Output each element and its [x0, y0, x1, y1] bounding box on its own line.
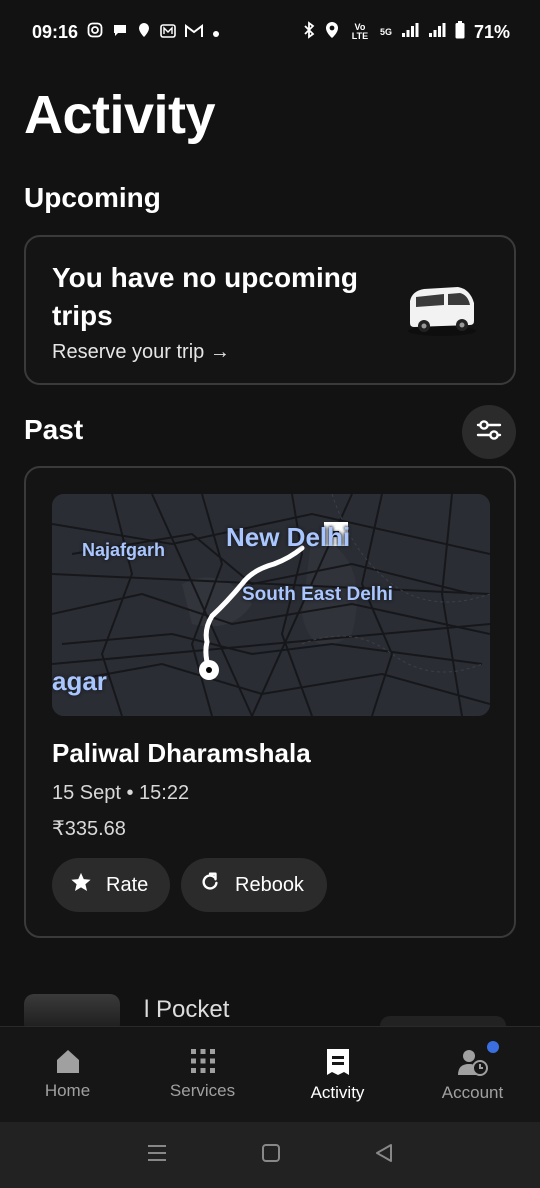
account-icon	[457, 1047, 489, 1077]
rate-button[interactable]: Rate	[52, 858, 170, 912]
page-title: Activity	[24, 85, 216, 145]
back-icon[interactable]	[374, 1143, 394, 1168]
home-square-icon[interactable]	[261, 1143, 281, 1168]
volte-indicator: Vo LTE	[351, 22, 369, 41]
map-label-nagar: agar	[52, 666, 107, 696]
rebook-icon	[199, 871, 221, 899]
nav-activity[interactable]: Activity	[270, 1027, 405, 1122]
chat-bubble-icon	[112, 22, 128, 43]
dot-icon	[212, 22, 220, 43]
status-bar: 09:16 Vo LTE 5G 71%	[0, 0, 540, 64]
bottom-nav: Home Services Activity Account	[0, 1026, 540, 1122]
upcoming-heading: Upcoming	[24, 182, 161, 213]
bluetooth-icon	[303, 20, 315, 44]
instagram-icon	[87, 22, 103, 43]
nav-home-label: Home	[44, 1081, 91, 1100]
past-heading: Past	[24, 414, 84, 445]
nav-home[interactable]: Home	[0, 1027, 135, 1122]
van-illustration	[404, 281, 478, 337]
filter-button[interactable]	[462, 405, 516, 459]
grid-icon	[189, 1047, 217, 1075]
rate-label: Rate	[106, 873, 149, 896]
nav-account[interactable]: Account	[405, 1027, 540, 1122]
trip-datetime: 15 Sept • 15:22	[52, 782, 190, 804]
system-nav-bar	[0, 1122, 540, 1188]
signal-icon	[401, 22, 419, 43]
upcoming-card-title: You have no upcoming trips	[52, 262, 358, 331]
map-label-south-east-delhi: South East Delhi	[242, 584, 393, 605]
status-left: 09:16	[32, 22, 220, 43]
nav-account-label: Account	[441, 1083, 504, 1102]
nav-activity-label: Activity	[310, 1083, 365, 1102]
signal-icon-2	[428, 22, 446, 43]
menu-icon[interactable]	[146, 1143, 168, 1168]
location-icon	[324, 21, 340, 44]
battery-icon	[455, 20, 465, 44]
next-trip-title[interactable]: l Pocket	[144, 996, 229, 1024]
rebook-button[interactable]: Rebook	[181, 858, 327, 912]
map-label-najafgarh: Najafgarh	[82, 540, 166, 560]
upcoming-card[interactable]: You have no upcoming trips Reserve your …	[24, 235, 516, 385]
gmail-icon	[185, 22, 204, 43]
5g-indicator: 5G	[379, 26, 392, 37]
sliders-icon	[476, 419, 502, 446]
receipt-icon	[324, 1047, 352, 1077]
star-icon	[70, 871, 92, 899]
status-right: Vo LTE 5G 71%	[303, 20, 510, 44]
location-pin-icon	[137, 22, 151, 43]
nav-services-label: Services	[169, 1081, 236, 1100]
trip-destination: Paliwal Dharamshala	[52, 738, 311, 768]
battery-percent: 71%	[473, 21, 510, 42]
nav-services[interactable]: Services	[135, 1027, 270, 1122]
status-time: 09:16	[32, 21, 79, 42]
m-app-icon	[160, 22, 176, 43]
past-trip-card[interactable]: Najafgarh New Delhi South East Delhi aga…	[24, 466, 516, 938]
rebook-label: Rebook	[235, 873, 304, 896]
home-icon	[54, 1047, 82, 1075]
trip-price: ₹335.68	[52, 818, 126, 840]
map-label-new-delhi: New Delhi	[226, 522, 351, 552]
trip-map: Najafgarh New Delhi South East Delhi aga…	[52, 494, 490, 716]
reserve-trip-link[interactable]: Reserve your trip →	[52, 341, 230, 364]
notification-badge	[487, 1041, 499, 1053]
